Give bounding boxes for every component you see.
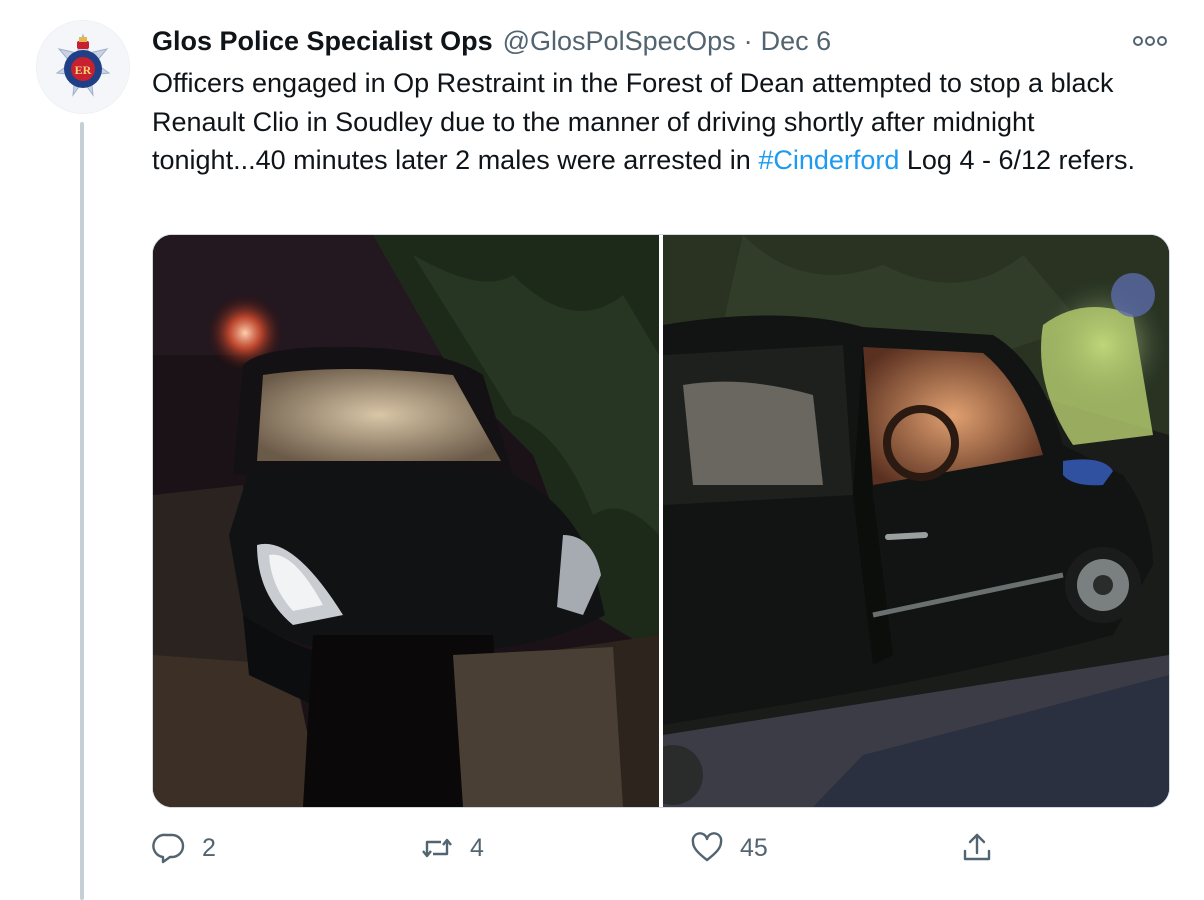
author-name[interactable]: Glos Police Specialist Ops [152,26,493,57]
tweet-actions: 2 4 45 [152,826,1168,870]
reply-icon [152,833,185,864]
more-options-icon [1133,36,1167,46]
retweet-icon [422,838,452,858]
photo-side-of-car[interactable] [663,235,1169,807]
photo-front-of-car[interactable] [153,235,659,807]
avatar-badge-text: ER [75,63,92,77]
police-crest-icon: ER [37,21,129,113]
thread-line [80,122,84,900]
heart-icon [691,832,723,862]
like-button[interactable]: 45 [690,826,768,870]
separator-dot: · [743,25,753,56]
retweet-count: 4 [470,833,484,862]
tweet-text-ref: Log 4 - 6/12 refers. [899,145,1136,175]
author-handle[interactable]: @GlosPolSpecOps [503,26,736,57]
reply-count: 2 [202,833,216,862]
tweet-date[interactable]: Dec 6 [761,26,832,57]
like-count: 45 [740,833,768,862]
tweet-header: Glos Police Specialist Ops @GlosPolSpecO… [152,22,831,60]
share-icon [963,833,991,861]
avatar[interactable]: ER [36,20,130,114]
retweet-button[interactable]: 4 [420,826,484,870]
media-grid [152,234,1170,808]
reply-button[interactable]: 2 [152,826,216,870]
hashtag-link[interactable]: #Cinderford [758,145,899,175]
share-button[interactable] [960,826,994,870]
tweet-text: Officers engaged in Op Restraint in the … [152,64,1162,180]
more-options-button[interactable] [1130,28,1170,54]
